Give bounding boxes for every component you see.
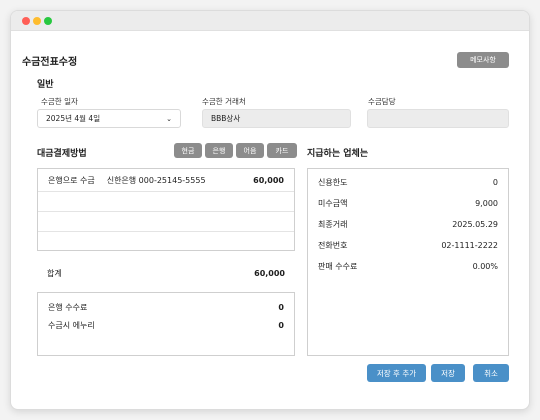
page-title: 수금전표수정: [22, 57, 78, 68]
row-divider: [38, 231, 294, 232]
fee-row[interactable]: 은행 수수료 0: [38, 297, 294, 317]
title-bar: [11, 11, 529, 31]
receipt-edit-window: 수금전표수정 메모사항 일반 수금한 일자 2025년 4월 4일 ⌄ 수금한 …: [10, 10, 530, 410]
vendor-info-section-label: 지급하는 업체는: [307, 149, 369, 159]
vendor-info-row: 최종거래 2025.05.29: [308, 214, 508, 234]
payment-amount: 60,000: [253, 175, 284, 185]
last-trade-value: 2025.05.29: [452, 219, 498, 229]
vendor-info-row: 판매 수수료 0.00%: [308, 256, 508, 276]
cancel-button[interactable]: 취소: [473, 364, 509, 382]
method-cash-button[interactable]: 현금: [174, 143, 202, 158]
receivable-value: 9,000: [475, 198, 498, 208]
credit-limit-label: 신용한도: [318, 177, 348, 187]
save-button[interactable]: 저장: [431, 364, 465, 382]
vendor-info-box: 신용한도 0 미수금액 9,000 최종거래 2025.05.29 전화번호 0…: [307, 168, 509, 356]
maximize-window-button[interactable]: [44, 17, 52, 25]
manager-label: 수금담당: [368, 97, 396, 106]
memo-button[interactable]: 메모사항: [457, 52, 509, 68]
vendor-info-row: 미수금액 9,000: [308, 193, 508, 213]
date-value: 2025년 4월 4일: [46, 114, 101, 123]
credit-limit-value: 0: [492, 177, 498, 187]
last-trade-label: 최종거래: [318, 219, 348, 229]
payment-detail: 신한은행 000-25145-5555: [106, 175, 206, 185]
manager-field[interactable]: [367, 109, 509, 128]
phone-label: 전화번호: [318, 240, 348, 250]
total-label: 합계: [47, 268, 62, 278]
vendor-label: 수금한 거래처: [202, 97, 246, 106]
total-value: 60,000: [254, 268, 285, 278]
date-label: 수금한 일자: [41, 97, 78, 106]
save-and-add-button[interactable]: 저장 후 추가: [367, 364, 426, 382]
row-divider: [38, 211, 294, 212]
payment-list: 은행으로 수금 신한은행 000-25145-5555 60,000: [37, 168, 295, 251]
general-section-label: 일반: [37, 80, 54, 90]
total-row: 합계 60,000: [37, 263, 295, 283]
sales-fee-label: 판매 수수료: [318, 261, 358, 271]
date-select[interactable]: 2025년 4월 4일 ⌄: [37, 109, 181, 128]
fee-row[interactable]: 수금시 에누리 0: [38, 315, 294, 335]
vendor-info-row: 전화번호 02-1111-2222: [308, 235, 508, 255]
method-card-button[interactable]: 카드: [267, 143, 297, 158]
payment-method: 은행으로 수금: [48, 175, 95, 185]
fee-label: 은행 수수료: [48, 302, 88, 312]
fees-box: 은행 수수료 0 수금시 에누리 0: [37, 292, 295, 356]
fee-value: 0: [278, 320, 284, 330]
method-note-button[interactable]: 어음: [236, 143, 264, 158]
row-divider: [38, 191, 294, 192]
method-bank-button[interactable]: 은행: [205, 143, 233, 158]
vendor-field[interactable]: BBB상사: [202, 109, 351, 128]
payment-section-label: 대금결제방법: [37, 149, 87, 159]
receivable-label: 미수금액: [318, 198, 348, 208]
chevron-down-icon: ⌄: [166, 114, 172, 123]
payment-row[interactable]: 은행으로 수금 신한은행 000-25145-5555 60,000: [38, 169, 294, 191]
vendor-info-row: 신용한도 0: [308, 172, 508, 192]
sales-fee-value: 0.00%: [472, 261, 498, 271]
vendor-value: BBB상사: [211, 114, 241, 123]
fee-value: 0: [278, 302, 284, 312]
minimize-window-button[interactable]: [33, 17, 41, 25]
fee-label: 수금시 에누리: [48, 320, 95, 330]
close-window-button[interactable]: [22, 17, 30, 25]
phone-value: 02-1111-2222: [441, 240, 498, 250]
